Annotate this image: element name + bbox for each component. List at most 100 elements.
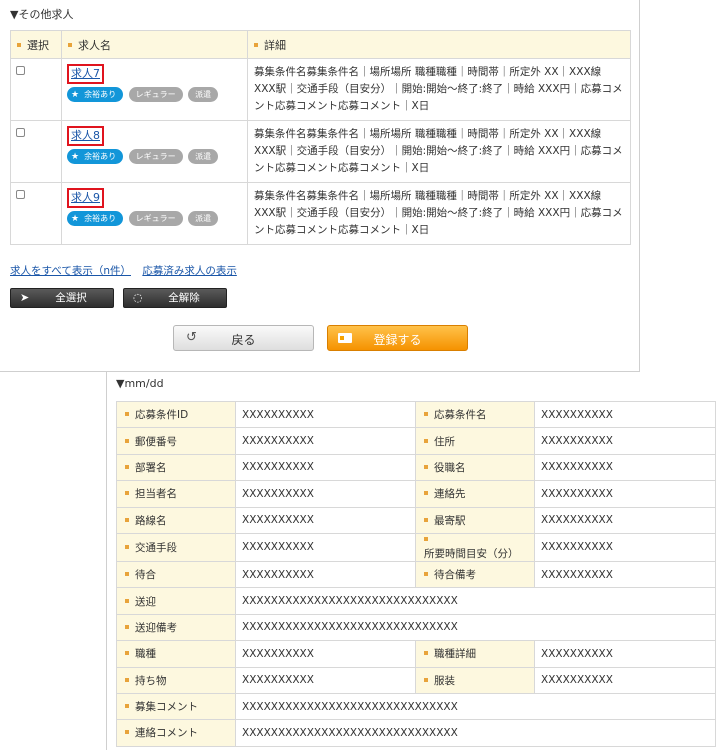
header-select: 選択 (10, 30, 62, 59)
field-label: 所要時間目安（分） (415, 532, 535, 562)
field-label: 連絡先 (415, 480, 535, 508)
job-checkbox[interactable] (16, 128, 25, 137)
table-row: 求人9 ★ 余裕あり レギュラー 派遣 募集条件名募集条件名｜場所場所 職種職種｜… (10, 182, 631, 245)
other-jobs-heading: ▼その他求人 (10, 8, 74, 21)
table-row: 持ち物 XXXXXXXXXX 服装 XXXXXXXXXX (116, 666, 716, 694)
bullet-icon (424, 651, 428, 656)
show-all-jobs-link[interactable]: 求人をすべて表示（n件） (10, 265, 131, 277)
field-value: XXXXXXXXXX (235, 532, 416, 562)
field-label: 服装 (415, 666, 535, 694)
job-checkbox[interactable] (16, 190, 25, 199)
bullet-icon (125, 438, 129, 443)
field-label: 待合備考 (415, 560, 535, 589)
field-value: XXXXXXXXXXXXXXXXXXXXXXXXXXXXXX (235, 719, 716, 747)
tag-group: ★ 余裕あり レギュラー 派遣 (67, 87, 242, 102)
show-applied-jobs-link[interactable]: 応募済み求人の表示 (142, 265, 237, 277)
job-detail: 募集条件名募集条件名｜場所場所 職種職種｜時間帯｜所定外 XX｜XXX線 XXX… (247, 58, 631, 121)
availability-tag: ★ 余裕あり (67, 87, 124, 102)
bullet-icon (424, 536, 428, 541)
field-value: XXXXXXXXXX (235, 560, 416, 589)
bullet-icon (125, 651, 129, 656)
bullet-icon (125, 677, 129, 682)
field-value: XXXXXXXXXX (534, 666, 716, 694)
bullet-icon (125, 412, 129, 417)
field-label: 住所 (415, 427, 535, 455)
select-cell (10, 58, 62, 121)
table-row: 応募条件ID XXXXXXXXXX 応募条件名 XXXXXXXXXX (116, 400, 716, 429)
table-row: 求人7 ★ 余裕あり レギュラー 派遣 募集条件名募集条件名｜場所場所 職種職種｜… (10, 58, 631, 121)
bullet-icon (125, 704, 129, 709)
table-row: 担当者名 XXXXXXXXXX 連絡先 XXXXXXXXXX (116, 480, 716, 508)
field-value: XXXXXXXXXX (534, 453, 716, 482)
job-name-link[interactable]: 求人7 (67, 64, 104, 84)
register-button[interactable]: 登録する (327, 325, 468, 351)
star-icon: ★ (71, 90, 80, 100)
select-cell (10, 120, 62, 183)
field-value: XXXXXXXXXX (534, 427, 716, 455)
bullet-icon (68, 42, 72, 47)
bullet-icon (424, 572, 428, 577)
field-value: XXXXXXXXXX (235, 480, 416, 508)
name-cell: 求人8 ★ 余裕あり レギュラー 派遣 (61, 120, 248, 183)
regular-tag: レギュラー (128, 211, 183, 226)
star-icon: ★ (71, 214, 80, 224)
bullet-icon (125, 544, 129, 549)
list-links: 求人をすべて表示（n件） 応募済み求人の表示 (10, 263, 245, 278)
field-label: 役職名 (415, 453, 535, 482)
dispatch-tag: 派遣 (188, 211, 219, 226)
detail-panel: ▼mm/dd 応募条件ID XXXXXXXXXX 応募条件名 XXXXXXXXX… (106, 372, 718, 750)
tag-group: ★ 余裕あり レギュラー 派遣 (67, 149, 242, 164)
job-name-link[interactable]: 求人8 (67, 126, 104, 146)
field-value: XXXXXXXXXX (235, 506, 416, 534)
field-label: 募集コメント (116, 692, 236, 721)
regular-tag: レギュラー (128, 87, 183, 102)
field-label: 送迎備考 (116, 613, 236, 642)
field-label: 最寄駅 (415, 506, 535, 534)
field-value: XXXXXXXXXX (235, 427, 416, 455)
back-button[interactable]: ↺ 戻る (173, 325, 314, 351)
field-value: XXXXXXXXXX (534, 400, 716, 429)
field-value: XXXXXXXXXX (534, 506, 716, 534)
bullet-icon (125, 572, 129, 577)
field-label: 応募条件名 (415, 400, 535, 429)
bullet-icon (424, 491, 428, 496)
field-label: 職種 (116, 640, 236, 668)
field-label: 連絡コメント (116, 719, 236, 747)
other-jobs-table: 選択 求人名 詳細 求人7 ★ 余裕あり レギュラー 派遣 募集条件名募集条件名｜… (10, 30, 631, 245)
field-value: XXXXXXXXXX (534, 480, 716, 508)
field-value: XXXXXXXXXX (534, 640, 716, 668)
regular-tag: レギュラー (128, 149, 183, 164)
bullet-icon (424, 438, 428, 443)
bullet-icon (125, 598, 129, 603)
field-value: XXXXXXXXXXXXXXXXXXXXXXXXXXXXXX (235, 613, 716, 642)
table-row: 職種 XXXXXXXXXX 職種詳細 XXXXXXXXXX (116, 640, 716, 668)
field-value: XXXXXXXXXX (235, 453, 416, 482)
other-jobs-panel: ▼その他求人 選択 求人名 詳細 求人7 ★ 余裕あり レギュラー 派遣 募集条… (0, 0, 640, 372)
availability-tag: ★ 余裕あり (67, 211, 124, 226)
clear-all-button[interactable]: ◌ 全解除 (123, 288, 227, 308)
name-cell: 求人9 ★ 余裕あり レギュラー 派遣 (61, 182, 248, 245)
field-value: XXXXXXXXXX (235, 640, 416, 668)
bullet-icon (125, 464, 129, 469)
field-value: XXXXXXXXXXXXXXXXXXXXXXXXXXXXXX (235, 587, 716, 615)
select-cell (10, 182, 62, 245)
table-row: 部署名 XXXXXXXXXX 役職名 XXXXXXXXXX (116, 453, 716, 482)
bullet-icon (424, 677, 428, 682)
table-row: 待合 XXXXXXXXXX 待合備考 XXXXXXXXXX (116, 560, 716, 589)
job-name-link[interactable]: 求人9 (67, 188, 104, 208)
field-value: XXXXXXXXXXXXXXXXXXXXXXXXXXXXXX (235, 692, 716, 721)
date-heading: ▼mm/dd (116, 377, 164, 390)
job-checkbox[interactable] (16, 66, 25, 75)
bullet-icon (125, 730, 129, 735)
tag-group: ★ 余裕あり レギュラー 派遣 (67, 211, 242, 226)
select-all-button[interactable]: ➤ 全選択 (10, 288, 114, 308)
table-row: 路線名 XXXXXXXXXX 最寄駅 XXXXXXXXXX (116, 506, 716, 534)
header-name: 求人名 (61, 30, 248, 59)
bullet-icon (424, 412, 428, 417)
bullet-icon (17, 42, 21, 47)
dispatch-tag: 派遣 (188, 87, 219, 102)
field-value: XXXXXXXXXX (534, 532, 716, 562)
availability-tag: ★ 余裕あり (67, 149, 124, 164)
jobs-table-header: 選択 求人名 詳細 (10, 30, 631, 59)
table-row: 募集コメント XXXXXXXXXXXXXXXXXXXXXXXXXXXXXX (116, 692, 716, 721)
